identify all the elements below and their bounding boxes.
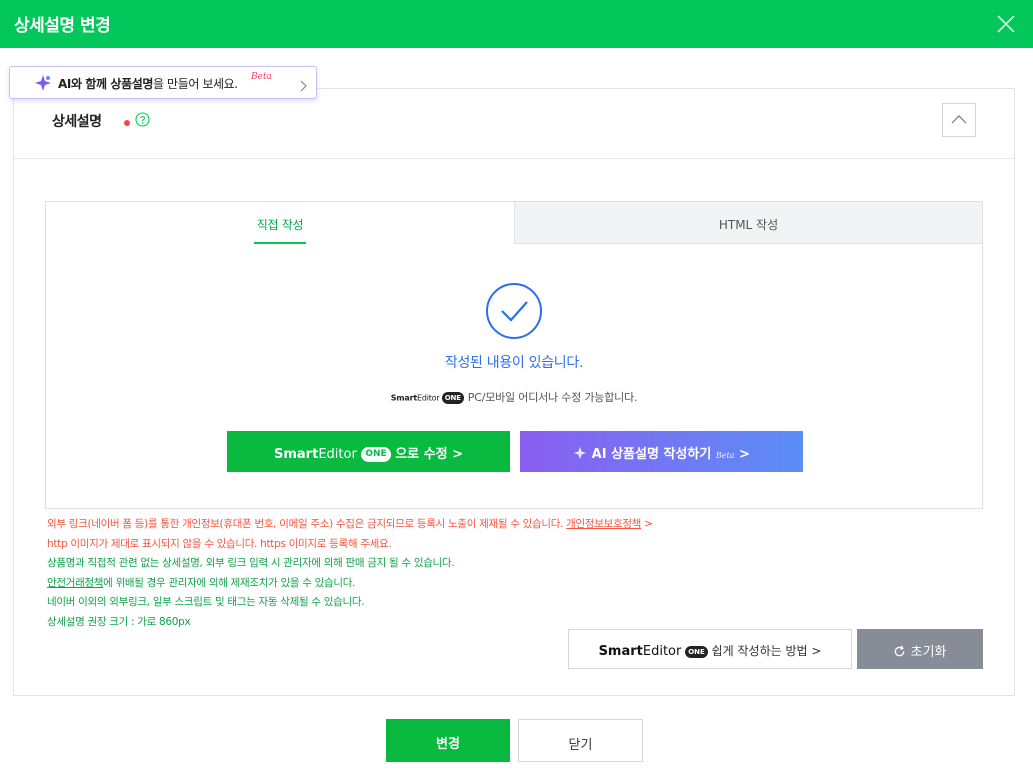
note-privacy: 외부 링크(네이버 폼 등)를 통한 개인정보(휴대폰 번호, 이메일 주소) … bbox=[47, 515, 807, 535]
privacy-link-arrow: > bbox=[644, 518, 653, 530]
ai-description-banner[interactable]: AI와 함께 상품설명을 만들어 보세요. Beta bbox=[9, 66, 317, 99]
edit-logo-editor: Editor bbox=[318, 447, 357, 462]
tab-direct-write[interactable]: 직접 작성 bbox=[46, 202, 514, 244]
privacy-policy-link[interactable]: 개인정보보호정책 bbox=[566, 518, 641, 530]
reset-button-content: 초기화 bbox=[857, 641, 983, 660]
ai-banner-text: AI와 함께 상품설명을 만들어 보세요. bbox=[58, 75, 238, 92]
logo-one-badge: ONE bbox=[441, 392, 464, 404]
howto-logo-smart: Smart bbox=[598, 644, 643, 659]
editor-info-line: SmartEditor ONE PC/모바일 어디서나 수정 가능합니다. bbox=[46, 389, 982, 405]
ai-banner-rest: 을 만들어 보세요. bbox=[153, 77, 238, 91]
smarteditor-logo: SmartEditor ONE bbox=[391, 392, 464, 404]
status-message: 작성된 내용이 있습니다. bbox=[444, 355, 584, 371]
confirm-change-button[interactable]: 변경 bbox=[386, 719, 510, 762]
logo-smart: Smart bbox=[390, 393, 417, 403]
howto-button-content: SmartEditor ONE 쉽게 작성하는 방법 > bbox=[569, 642, 851, 659]
logo-editor: Editor bbox=[416, 393, 440, 403]
beta-badge: Beta bbox=[251, 72, 272, 82]
howto-logo-editor: Editor bbox=[642, 644, 682, 659]
howto-label: 쉽게 작성하는 방법 > bbox=[711, 644, 822, 658]
confirm-label: 변경 bbox=[436, 737, 460, 752]
ai-button-label: AI 상품설명 작성하기 bbox=[591, 447, 712, 462]
ai-button-arrow: > bbox=[738, 447, 750, 462]
section-title: 상세설명 bbox=[52, 114, 102, 130]
editor-box: 직접 작성 HTML 작성 작성된 내용이 있습니다. SmartEditor … bbox=[45, 201, 983, 509]
active-tab-indicator bbox=[254, 242, 306, 244]
close-button[interactable]: 닫기 bbox=[518, 719, 643, 762]
dialog-title: 상세설명 변경 bbox=[14, 16, 111, 36]
note-safe-trade-text: 에 위배될 경우 관리자에 의해 제재조치가 있을 수 있습니다. bbox=[103, 576, 356, 589]
check-circle-icon bbox=[485, 282, 543, 340]
note-safe-trade: 안전거래정책에 위배될 경우 관리자에 의해 제재조치가 있을 수 있습니다. bbox=[47, 574, 807, 594]
reset-button[interactable]: 초기화 bbox=[857, 629, 983, 669]
edit-with-smarteditor-button[interactable]: SmartEditor ONE 으로 수정 > bbox=[227, 431, 510, 472]
ai-button-beta: Beta bbox=[715, 451, 735, 460]
howto-logo-one: ONE bbox=[685, 645, 708, 658]
edit-button-label: 으로 수정 > bbox=[395, 447, 463, 462]
smarteditor-howto-button[interactable]: SmartEditor ONE 쉽게 작성하는 방법 > bbox=[568, 629, 852, 669]
edit-button-content: SmartEditor ONE 으로 수정 > bbox=[227, 443, 510, 462]
edit-logo-smart: Smart bbox=[274, 447, 319, 462]
tab-direct-write-label: 직접 작성 bbox=[256, 218, 304, 232]
note-https: http 이미지가 제대로 표시되지 않을 수 있습니다. https 이미지로… bbox=[47, 537, 392, 550]
guidance-notes: 외부 링크(네이버 폼 등)를 통한 개인정보(휴대폰 번호, 이메일 주소) … bbox=[47, 515, 807, 632]
ai-button-content: AI 상품설명 작성하기 Beta > bbox=[520, 443, 803, 462]
ai-sparkle-icon bbox=[34, 74, 52, 92]
panel-header: 상세설명 bbox=[14, 89, 1014, 159]
help-icon[interactable] bbox=[135, 112, 150, 127]
ai-sparkle-icon bbox=[573, 446, 587, 460]
ai-description-button[interactable]: AI 상품설명 작성하기 Beta > bbox=[520, 431, 803, 472]
note-external-links: 네이버 이외의 외부링크, 일부 스크립트 및 태그는 자동 삭제될 수 있습니… bbox=[47, 596, 365, 608]
editor-info-text: PC/모바일 어디서나 수정 가능합니다. bbox=[467, 391, 638, 404]
chevron-right-icon bbox=[298, 77, 308, 92]
collapse-button[interactable] bbox=[942, 103, 976, 137]
required-indicator bbox=[124, 120, 130, 126]
tab-html-write-label: HTML 작성 bbox=[718, 218, 779, 232]
dialog-header: 상세설명 변경 bbox=[0, 0, 1033, 48]
refresh-icon bbox=[895, 645, 905, 657]
close-icon[interactable] bbox=[995, 13, 1017, 35]
ai-banner-bold: AI와 함께 상품설명 bbox=[58, 77, 153, 91]
tab-html-write[interactable]: HTML 작성 bbox=[514, 202, 982, 244]
close-label: 닫기 bbox=[568, 738, 593, 753]
reset-label: 초기화 bbox=[910, 645, 947, 660]
note-unrelated: 상품명과 직접적 관련 없는 상세설명, 외부 링크 입력 시 관리자에 의해 … bbox=[47, 557, 455, 569]
chevron-up-icon bbox=[951, 115, 967, 124]
edit-logo-one: ONE bbox=[361, 447, 391, 462]
note-privacy-text: 외부 링크(네이버 폼 등)를 통한 개인정보(휴대폰 번호, 이메일 주소) … bbox=[47, 518, 564, 530]
safe-trade-policy-link[interactable]: 안전거래정책 bbox=[47, 577, 103, 589]
